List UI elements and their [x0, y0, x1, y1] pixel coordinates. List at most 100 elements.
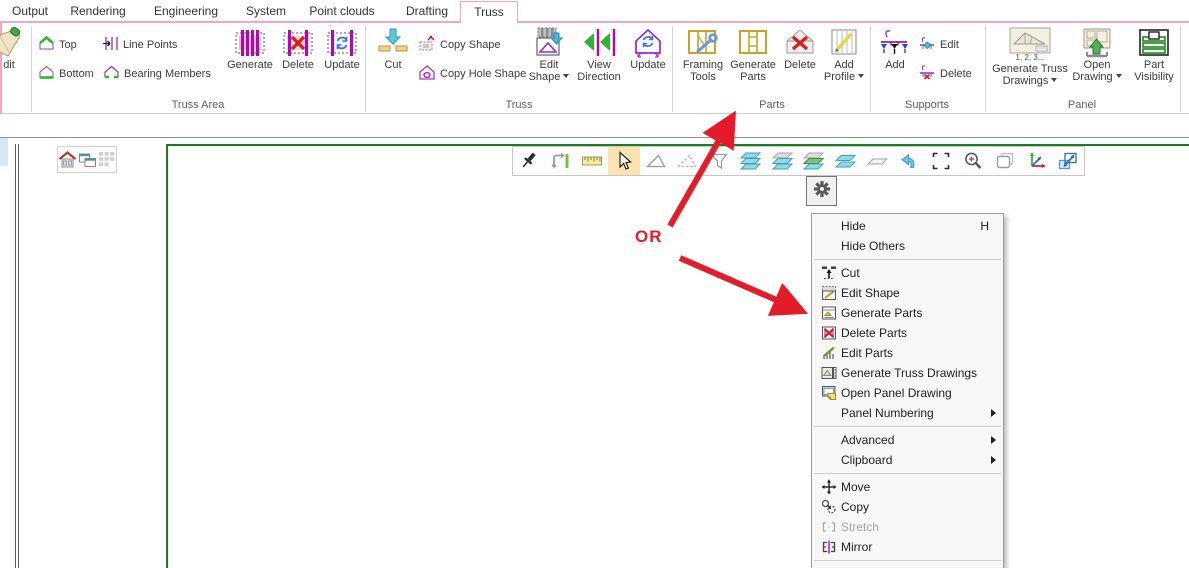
button-label: Visibility	[1128, 71, 1180, 83]
cut-truss-button[interactable]: Cut	[373, 27, 413, 89]
button-label: Parts	[728, 71, 778, 83]
triangle-icon[interactable]	[640, 147, 672, 175]
update-truss-button[interactable]: Update	[626, 27, 670, 89]
layer-flat-icon[interactable]	[862, 147, 894, 175]
pin-icon[interactable]	[513, 147, 545, 175]
filter-icon[interactable]	[703, 147, 735, 175]
copy-hole-shape-button[interactable]: Copy Hole Shape	[418, 65, 526, 83]
axes-icon[interactable]	[1021, 147, 1053, 175]
layers-two-icon[interactable]	[830, 147, 862, 175]
selection-box-icon[interactable]	[925, 147, 957, 175]
fit-view-icon[interactable]	[1052, 147, 1084, 175]
menu-item-label: Stretch	[841, 520, 879, 534]
delete-support-icon	[919, 65, 936, 83]
application-window: Output Rendering Engineering System Poin…	[0, 0, 1189, 568]
cascade-windows-icon[interactable]	[78, 151, 97, 168]
tab-engineering[interactable]: Engineering	[140, 3, 232, 22]
bearing-members-button[interactable]: Bearing Members	[103, 65, 211, 83]
panel-splitter[interactable]	[15, 144, 19, 568]
menu-item-label: Move	[841, 480, 870, 494]
undo-icon[interactable]	[894, 147, 926, 175]
add-profile-button[interactable]: Add Profile	[822, 27, 866, 89]
button-label: Shape	[526, 71, 572, 83]
button-label: View	[574, 59, 624, 71]
grid-icon[interactable]	[98, 151, 116, 168]
menu-separator	[812, 470, 1003, 477]
menu-item-copy[interactable]: Copy	[812, 497, 1003, 517]
menu-item-delete-parts[interactable]: Delete Parts	[812, 323, 1003, 343]
menu-item-hide[interactable]: Hide H	[812, 216, 1003, 236]
line-points-button[interactable]: Line Points	[103, 36, 177, 54]
menu-item-label: Open Panel Drawing	[841, 386, 952, 400]
framing-tools-icon	[679, 27, 727, 59]
menu-item-advanced[interactable]: Advanced	[812, 430, 1003, 450]
button-label: Line Points	[123, 39, 177, 51]
top-button[interactable]: Top	[38, 36, 77, 54]
generate-truss-area-button[interactable]: Generate	[225, 27, 275, 89]
copy-hole-shape-icon	[418, 64, 436, 84]
drawing-canvas[interactable]	[166, 144, 1189, 568]
menu-item-cut[interactable]: Cut	[812, 263, 1003, 283]
group-divider	[870, 26, 871, 112]
update-truss-area-button[interactable]: Update	[320, 27, 364, 89]
open-drawing-button[interactable]: Open Drawing	[1065, 27, 1129, 89]
menu-item-generate-truss-drawings[interactable]: Generate Truss Drawings	[812, 363, 1003, 383]
delete-truss-area-button[interactable]: Delete	[276, 27, 320, 89]
context-settings-button[interactable]	[806, 176, 837, 206]
delete-parts-ribbon-button[interactable]: Delete	[780, 27, 820, 89]
button-label: Delete	[780, 59, 820, 71]
rotate-extent-icon[interactable]	[545, 147, 577, 175]
part-visibility-button[interactable]: Part Visibility	[1128, 27, 1180, 89]
edit-parts-icon	[817, 345, 841, 361]
ruler-icon[interactable]	[576, 147, 608, 175]
layers-stack-icon[interactable]	[735, 147, 767, 175]
cube-icon[interactable]	[989, 147, 1021, 175]
generate-parts-ribbon-button[interactable]: Generate Parts	[728, 27, 778, 89]
menu-item-hide-others[interactable]: Hide Others	[812, 236, 1003, 256]
menu-item-clipboard[interactable]: Clipboard	[812, 450, 1003, 470]
edit-support-icon	[919, 36, 936, 54]
generate-parts-icon	[817, 305, 841, 321]
edit-button-partial[interactable]: dit	[0, 27, 26, 89]
menu-item-label: Panel Numbering	[841, 406, 934, 420]
menu-item-mirror[interactable]: Mirror	[812, 537, 1003, 557]
cut-icon	[817, 265, 841, 281]
generate-truss-drawings-button[interactable]: 1, 2, 3... Generate Truss Drawings	[991, 27, 1069, 89]
menu-separator	[812, 557, 1003, 564]
update-truss-icon	[626, 27, 670, 59]
edit-support-button[interactable]: Edit	[919, 36, 959, 54]
zoom-in-icon[interactable]	[957, 147, 989, 175]
menu-item-move[interactable]: Move	[812, 477, 1003, 497]
add-support-button[interactable]: Add	[876, 27, 914, 89]
triangle-dashed-icon[interactable]	[672, 147, 704, 175]
menu-item-label: Edit Shape	[841, 286, 900, 300]
group-label-panel: Panel	[1068, 99, 1096, 111]
framing-tools-button[interactable]: Framing Tools	[679, 27, 727, 89]
view-mini-toolbar	[57, 146, 117, 173]
tab-point-clouds[interactable]: Point clouds	[300, 3, 384, 22]
menu-item-label: Advanced	[841, 433, 894, 447]
select-cursor-icon[interactable]	[608, 147, 640, 175]
view-direction-button[interactable]: View Direction	[574, 27, 624, 89]
layers-mixed-icon[interactable]	[767, 147, 799, 175]
edit-shape-button[interactable]: Edit Shape	[526, 27, 572, 89]
menu-item-edit-parts[interactable]: Edit Parts	[812, 343, 1003, 363]
home-icon[interactable]	[58, 151, 77, 168]
group-label-parts: Parts	[759, 99, 785, 111]
tab-drafting[interactable]: Drafting	[396, 3, 458, 22]
tab-output[interactable]: Output	[0, 3, 60, 22]
tab-rendering[interactable]: Rendering	[60, 3, 136, 22]
ribbon: dit Top Bottom Line Points Bearing Membe…	[0, 23, 1189, 114]
layers-green-icon[interactable]	[798, 147, 830, 175]
button-label: Top	[59, 39, 77, 51]
bottom-button[interactable]: Bottom	[38, 65, 94, 83]
copy-shape-button[interactable]: Copy Shape	[418, 36, 501, 54]
delete-support-button[interactable]: Delete	[919, 65, 972, 83]
menu-item-panel-numbering[interactable]: Panel Numbering	[812, 403, 1003, 423]
menu-item-open-panel-drawing[interactable]: Open Panel Drawing	[812, 383, 1003, 403]
group-label-supports: Supports	[905, 99, 949, 111]
menu-item-edit-shape[interactable]: Edit Shape	[812, 283, 1003, 303]
tab-system[interactable]: System	[238, 3, 294, 22]
menu-item-generate-parts[interactable]: Generate Parts	[812, 303, 1003, 323]
tab-truss[interactable]: Truss	[460, 1, 518, 23]
